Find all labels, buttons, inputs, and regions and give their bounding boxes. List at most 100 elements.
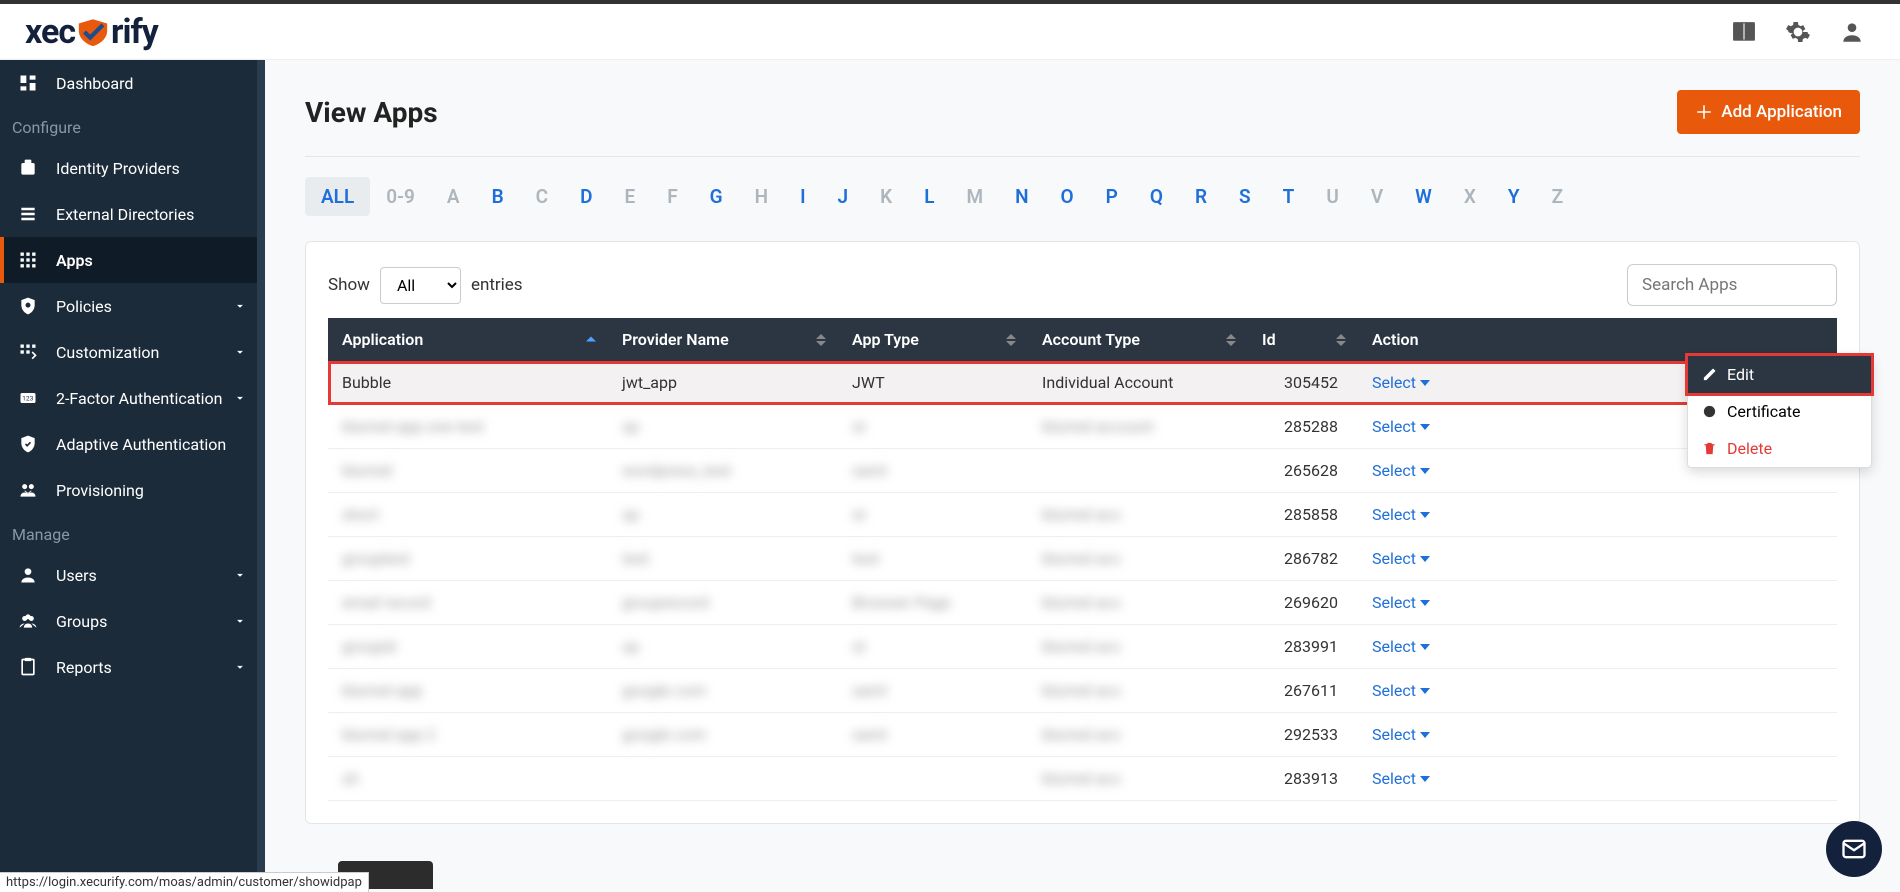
sidebar-item-identity-providers[interactable]: Identity Providers: [0, 145, 265, 191]
col-application[interactable]: Application: [328, 318, 608, 361]
caret-down-icon: [1420, 776, 1430, 782]
sidebar-item-external-directories[interactable]: External Directories: [0, 191, 265, 237]
alpha-a: A: [431, 177, 476, 216]
cell-account: blurred acc: [1028, 581, 1248, 625]
alpha-filter: ALL0-9ABCDEFGHIJKLMNOPQRSTUVWXYZ: [305, 177, 1860, 216]
adaptive-auth-icon: [18, 434, 38, 454]
col-account-type[interactable]: Account Type: [1028, 318, 1248, 361]
alpha-j[interactable]: J: [822, 177, 865, 216]
alpha-o[interactable]: O: [1045, 177, 1090, 216]
sidebar-item-groups[interactable]: Groups: [0, 598, 265, 644]
table-row: Bubble jwt_app JWT Individual Account 30…: [328, 361, 1837, 405]
sidebar-item-reports[interactable]: Reports: [0, 644, 265, 690]
cell-type: saml: [838, 449, 1028, 493]
alpha-y[interactable]: Y: [1492, 177, 1536, 216]
alpha-s[interactable]: S: [1223, 177, 1267, 216]
sidebar-item-adaptive-auth[interactable]: Adaptive Authentication: [0, 421, 265, 467]
cell-id: 285858: [1248, 493, 1358, 537]
dropdown-edit-label: Edit: [1727, 365, 1754, 384]
chevron-down-icon: [233, 299, 247, 313]
cell-account: blurred account: [1028, 405, 1248, 449]
select-action[interactable]: Select: [1372, 549, 1430, 568]
caret-down-icon: [1420, 644, 1430, 650]
cell-app: sh: [328, 757, 608, 801]
sidebar-item-two-factor[interactable]: 1232-Factor Authentication: [0, 375, 265, 421]
col-app-type[interactable]: App Type: [838, 318, 1028, 361]
sidebar-item-label: Adaptive Authentication: [56, 435, 226, 454]
alpha-q[interactable]: Q: [1134, 177, 1179, 216]
chat-fab[interactable]: [1826, 821, 1882, 877]
docs-icon[interactable]: [1731, 19, 1757, 45]
sidebar-scrollbar[interactable]: [257, 60, 265, 892]
alpha-i[interactable]: I: [784, 177, 821, 216]
col-provider-name[interactable]: Provider Name: [608, 318, 838, 361]
entries-label: entries: [471, 275, 523, 295]
topbar: xec rify: [0, 4, 1900, 60]
dropdown-edit[interactable]: Edit: [1688, 356, 1871, 393]
alpha-p[interactable]: P: [1090, 177, 1134, 216]
user-icon[interactable]: [1839, 19, 1865, 45]
brand-logo[interactable]: xec rify: [25, 12, 158, 52]
select-action[interactable]: Select: [1372, 637, 1430, 656]
sidebar-item-label: Apps: [56, 251, 93, 270]
alpha-k: K: [864, 177, 908, 216]
sidebar-item-apps[interactable]: Apps: [0, 237, 265, 283]
cell-type: JWT: [838, 361, 1028, 405]
sidebar-item-customization[interactable]: Customization: [0, 329, 265, 375]
table-row: short sp st blurred acc 285858 Select: [328, 493, 1837, 537]
sidebar-item-dashboard[interactable]: Dashboard: [0, 60, 265, 106]
cell-provider: sp: [608, 493, 838, 537]
col-id[interactable]: Id: [1248, 318, 1358, 361]
cell-type: test: [838, 537, 1028, 581]
cell-type: st: [838, 405, 1028, 449]
dropdown-delete[interactable]: Delete: [1688, 430, 1871, 467]
alpha-t[interactable]: T: [1267, 177, 1311, 216]
sidebar-item-policies[interactable]: Policies: [0, 283, 265, 329]
customization-icon: [18, 342, 38, 362]
gear-icon[interactable]: [1785, 19, 1811, 45]
alpha-l[interactable]: L: [908, 177, 950, 216]
entries-select[interactable]: All: [380, 267, 461, 304]
external-directories-icon: [18, 204, 38, 224]
cell-action: Select: [1358, 713, 1837, 757]
select-action[interactable]: Select: [1372, 681, 1430, 700]
select-action[interactable]: Select: [1372, 417, 1430, 436]
select-action[interactable]: Select: [1372, 769, 1430, 788]
caret-down-icon: [1420, 732, 1430, 738]
alpha-g[interactable]: G: [694, 177, 739, 216]
alpha-r[interactable]: R: [1179, 177, 1223, 216]
cell-app: grouptext: [328, 537, 608, 581]
alpha-b[interactable]: B: [476, 177, 520, 216]
search-input[interactable]: [1627, 264, 1837, 306]
add-application-button[interactable]: Add Application: [1677, 90, 1860, 134]
sidebar-item-provisioning[interactable]: Provisioning: [0, 467, 265, 513]
select-action[interactable]: Select: [1372, 725, 1430, 744]
select-action[interactable]: Select: [1372, 505, 1430, 524]
dropdown-certificate[interactable]: Certificate: [1688, 393, 1871, 430]
alpha-d[interactable]: D: [564, 177, 608, 216]
plus-icon: [1695, 103, 1713, 121]
alpha-n[interactable]: N: [999, 177, 1044, 216]
select-action[interactable]: Select: [1372, 593, 1430, 612]
alpha-all[interactable]: ALL: [305, 177, 370, 216]
cell-id: 285288: [1248, 405, 1358, 449]
sidebar-item-label: Dashboard: [56, 74, 133, 93]
alpha-w[interactable]: W: [1399, 177, 1448, 216]
cell-provider: google com: [608, 669, 838, 713]
cell-type: Browser Page: [838, 581, 1028, 625]
sidebar-item-label: Provisioning: [56, 481, 144, 500]
cell-provider: [608, 757, 838, 801]
sidebar-item-label: Reports: [56, 658, 112, 677]
cell-action: Select: [1358, 669, 1837, 713]
cell-type: saml: [838, 669, 1028, 713]
action-dropdown: Edit Certificate Delete: [1687, 355, 1872, 468]
caret-down-icon: [1420, 556, 1430, 562]
sidebar-item-users[interactable]: Users: [0, 552, 265, 598]
cell-type: st: [838, 493, 1028, 537]
chevron-down-icon: [233, 568, 247, 582]
provisioning-icon: [18, 480, 38, 500]
select-action[interactable]: Select: [1372, 461, 1430, 480]
cell-action: Select: [1358, 537, 1837, 581]
cell-provider: wordpress_test: [608, 449, 838, 493]
select-action[interactable]: Select: [1372, 373, 1430, 392]
